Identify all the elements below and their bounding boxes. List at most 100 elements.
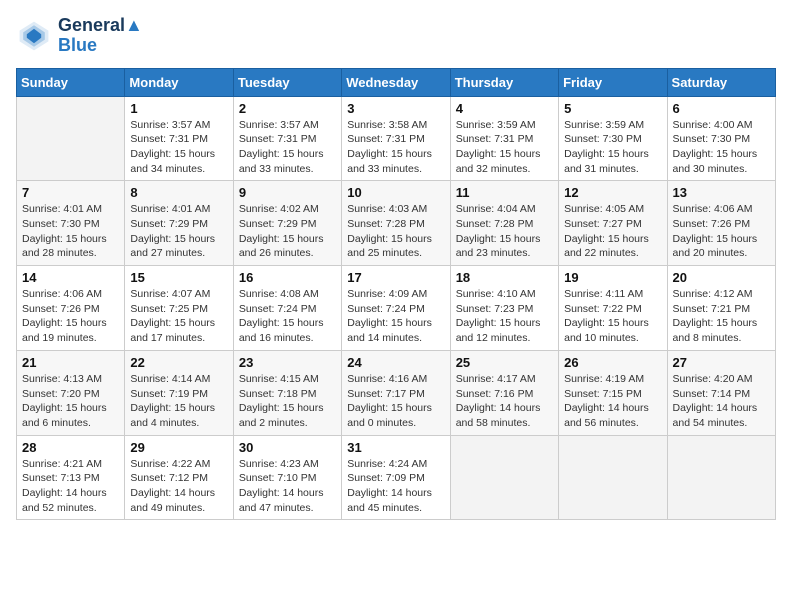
day-number: 25 — [456, 355, 553, 370]
day-info: Sunrise: 4:06 AMSunset: 7:26 PMDaylight:… — [673, 202, 770, 261]
calendar-cell: 25 Sunrise: 4:17 AMSunset: 7:16 PMDayligh… — [450, 350, 558, 435]
calendar-cell: 1 Sunrise: 3:57 AMSunset: 7:31 PMDaylight… — [125, 96, 233, 181]
day-number: 16 — [239, 270, 336, 285]
day-number: 6 — [673, 101, 770, 116]
day-number: 18 — [456, 270, 553, 285]
calendar-table: SundayMondayTuesdayWednesdayThursdayFrid… — [16, 68, 776, 521]
day-info: Sunrise: 4:05 AMSunset: 7:27 PMDaylight:… — [564, 202, 661, 261]
calendar-cell: 18 Sunrise: 4:10 AMSunset: 7:23 PMDayligh… — [450, 266, 558, 351]
day-number: 14 — [22, 270, 119, 285]
day-number: 27 — [673, 355, 770, 370]
calendar-cell: 19 Sunrise: 4:11 AMSunset: 7:22 PMDayligh… — [559, 266, 667, 351]
calendar-cell: 6 Sunrise: 4:00 AMSunset: 7:30 PMDaylight… — [667, 96, 775, 181]
day-info: Sunrise: 4:10 AMSunset: 7:23 PMDaylight:… — [456, 287, 553, 346]
day-number: 24 — [347, 355, 444, 370]
day-info: Sunrise: 4:15 AMSunset: 7:18 PMDaylight:… — [239, 372, 336, 431]
calendar-cell: 13 Sunrise: 4:06 AMSunset: 7:26 PMDayligh… — [667, 181, 775, 266]
day-number: 11 — [456, 185, 553, 200]
calendar-header: SundayMondayTuesdayWednesdayThursdayFrid… — [17, 68, 776, 96]
day-info: Sunrise: 4:03 AMSunset: 7:28 PMDaylight:… — [347, 202, 444, 261]
day-info: Sunrise: 4:01 AMSunset: 7:30 PMDaylight:… — [22, 202, 119, 261]
calendar-week-2: 7Sunrise: 4:01 AMSunset: 7:30 PMDaylight… — [17, 181, 776, 266]
calendar-cell: 11 Sunrise: 4:04 AMSunset: 7:28 PMDayligh… — [450, 181, 558, 266]
calendar-cell — [667, 435, 775, 520]
day-info: Sunrise: 4:04 AMSunset: 7:28 PMDaylight:… — [456, 202, 553, 261]
calendar-cell: 23Sunrise: 4:15 AMSunset: 7:18 PMDayligh… — [233, 350, 341, 435]
column-header-monday: Monday — [125, 68, 233, 96]
column-header-wednesday: Wednesday — [342, 68, 450, 96]
day-number: 3 — [347, 101, 444, 116]
day-info: Sunrise: 4:09 AMSunset: 7:24 PMDaylight:… — [347, 287, 444, 346]
day-number: 4 — [456, 101, 553, 116]
day-number: 19 — [564, 270, 661, 285]
day-number: 5 — [564, 101, 661, 116]
day-number: 17 — [347, 270, 444, 285]
logo-text: General▲ Blue — [58, 16, 143, 56]
day-info: Sunrise: 4:01 AMSunset: 7:29 PMDaylight:… — [130, 202, 227, 261]
day-info: Sunrise: 3:57 AMSunset: 7:31 PMDaylight:… — [239, 118, 336, 177]
day-number: 28 — [22, 440, 119, 455]
calendar-cell: 31Sunrise: 4:24 AMSunset: 7:09 PMDayligh… — [342, 435, 450, 520]
day-info: Sunrise: 4:02 AMSunset: 7:29 PMDaylight:… — [239, 202, 336, 261]
day-info: Sunrise: 3:58 AMSunset: 7:31 PMDaylight:… — [347, 118, 444, 177]
day-number: 2 — [239, 101, 336, 116]
calendar-cell: 10 Sunrise: 4:03 AMSunset: 7:28 PMDayligh… — [342, 181, 450, 266]
day-info: Sunrise: 4:14 AMSunset: 7:19 PMDaylight:… — [130, 372, 227, 431]
day-info: Sunrise: 3:59 AMSunset: 7:30 PMDaylight:… — [564, 118, 661, 177]
calendar-cell: 8 Sunrise: 4:01 AMSunset: 7:29 PMDaylight… — [125, 181, 233, 266]
logo: General▲ Blue — [16, 16, 143, 56]
day-number: 15 — [130, 270, 227, 285]
calendar-week-3: 14Sunrise: 4:06 AMSunset: 7:26 PMDayligh… — [17, 266, 776, 351]
calendar-cell: 26 Sunrise: 4:19 AMSunset: 7:15 PMDayligh… — [559, 350, 667, 435]
calendar-week-5: 28 Sunrise: 4:21 AMSunset: 7:13 PMDayligh… — [17, 435, 776, 520]
column-header-thursday: Thursday — [450, 68, 558, 96]
day-number: 13 — [673, 185, 770, 200]
day-info: Sunrise: 4:13 AMSunset: 7:20 PMDaylight:… — [22, 372, 119, 431]
calendar-cell: 17 Sunrise: 4:09 AMSunset: 7:24 PMDayligh… — [342, 266, 450, 351]
calendar-cell: 5 Sunrise: 3:59 AMSunset: 7:30 PMDaylight… — [559, 96, 667, 181]
day-number: 21 — [22, 355, 119, 370]
calendar-cell: 3 Sunrise: 3:58 AMSunset: 7:31 PMDaylight… — [342, 96, 450, 181]
calendar-cell — [17, 96, 125, 181]
calendar-cell: 9 Sunrise: 4:02 AMSunset: 7:29 PMDaylight… — [233, 181, 341, 266]
column-header-sunday: Sunday — [17, 68, 125, 96]
calendar-cell: 30Sunrise: 4:23 AMSunset: 7:10 PMDayligh… — [233, 435, 341, 520]
day-info: Sunrise: 4:16 AMSunset: 7:17 PMDaylight:… — [347, 372, 444, 431]
day-number: 1 — [130, 101, 227, 116]
day-info: Sunrise: 3:59 AMSunset: 7:31 PMDaylight:… — [456, 118, 553, 177]
calendar-cell: 16 Sunrise: 4:08 AMSunset: 7:24 PMDayligh… — [233, 266, 341, 351]
column-header-saturday: Saturday — [667, 68, 775, 96]
day-info: Sunrise: 4:19 AMSunset: 7:15 PMDaylight:… — [564, 372, 661, 431]
day-number: 29 — [130, 440, 227, 455]
calendar-cell: 4 Sunrise: 3:59 AMSunset: 7:31 PMDaylight… — [450, 96, 558, 181]
calendar-week-4: 21 Sunrise: 4:13 AMSunset: 7:20 PMDayligh… — [17, 350, 776, 435]
logo-icon — [16, 18, 52, 54]
calendar-cell: 2 Sunrise: 3:57 AMSunset: 7:31 PMDaylight… — [233, 96, 341, 181]
day-number: 12 — [564, 185, 661, 200]
calendar-cell: 21 Sunrise: 4:13 AMSunset: 7:20 PMDayligh… — [17, 350, 125, 435]
day-info: Sunrise: 4:21 AMSunset: 7:13 PMDaylight:… — [22, 457, 119, 516]
day-info: Sunrise: 4:22 AMSunset: 7:12 PMDaylight:… — [130, 457, 227, 516]
day-info: Sunrise: 4:11 AMSunset: 7:22 PMDaylight:… — [564, 287, 661, 346]
day-info: Sunrise: 4:12 AMSunset: 7:21 PMDaylight:… — [673, 287, 770, 346]
calendar-cell: 22 Sunrise: 4:14 AMSunset: 7:19 PMDayligh… — [125, 350, 233, 435]
calendar-cell: 29 Sunrise: 4:22 AMSunset: 7:12 PMDayligh… — [125, 435, 233, 520]
calendar-cell: 24 Sunrise: 4:16 AMSunset: 7:17 PMDayligh… — [342, 350, 450, 435]
day-number: 8 — [130, 185, 227, 200]
day-info: Sunrise: 4:00 AMSunset: 7:30 PMDaylight:… — [673, 118, 770, 177]
day-info: Sunrise: 4:24 AMSunset: 7:09 PMDaylight:… — [347, 457, 444, 516]
day-number: 22 — [130, 355, 227, 370]
day-number: 26 — [564, 355, 661, 370]
calendar-cell: 15Sunrise: 4:07 AMSunset: 7:25 PMDayligh… — [125, 266, 233, 351]
day-info: Sunrise: 4:17 AMSunset: 7:16 PMDaylight:… — [456, 372, 553, 431]
calendar-cell: 12 Sunrise: 4:05 AMSunset: 7:27 PMDayligh… — [559, 181, 667, 266]
day-number: 9 — [239, 185, 336, 200]
day-info: Sunrise: 3:57 AMSunset: 7:31 PMDaylight:… — [130, 118, 227, 177]
day-info: Sunrise: 4:20 AMSunset: 7:14 PMDaylight:… — [673, 372, 770, 431]
calendar-cell: 14Sunrise: 4:06 AMSunset: 7:26 PMDayligh… — [17, 266, 125, 351]
day-info: Sunrise: 4:08 AMSunset: 7:24 PMDaylight:… — [239, 287, 336, 346]
day-number: 10 — [347, 185, 444, 200]
column-header-tuesday: Tuesday — [233, 68, 341, 96]
calendar-week-1: 1 Sunrise: 3:57 AMSunset: 7:31 PMDaylight… — [17, 96, 776, 181]
day-number: 20 — [673, 270, 770, 285]
